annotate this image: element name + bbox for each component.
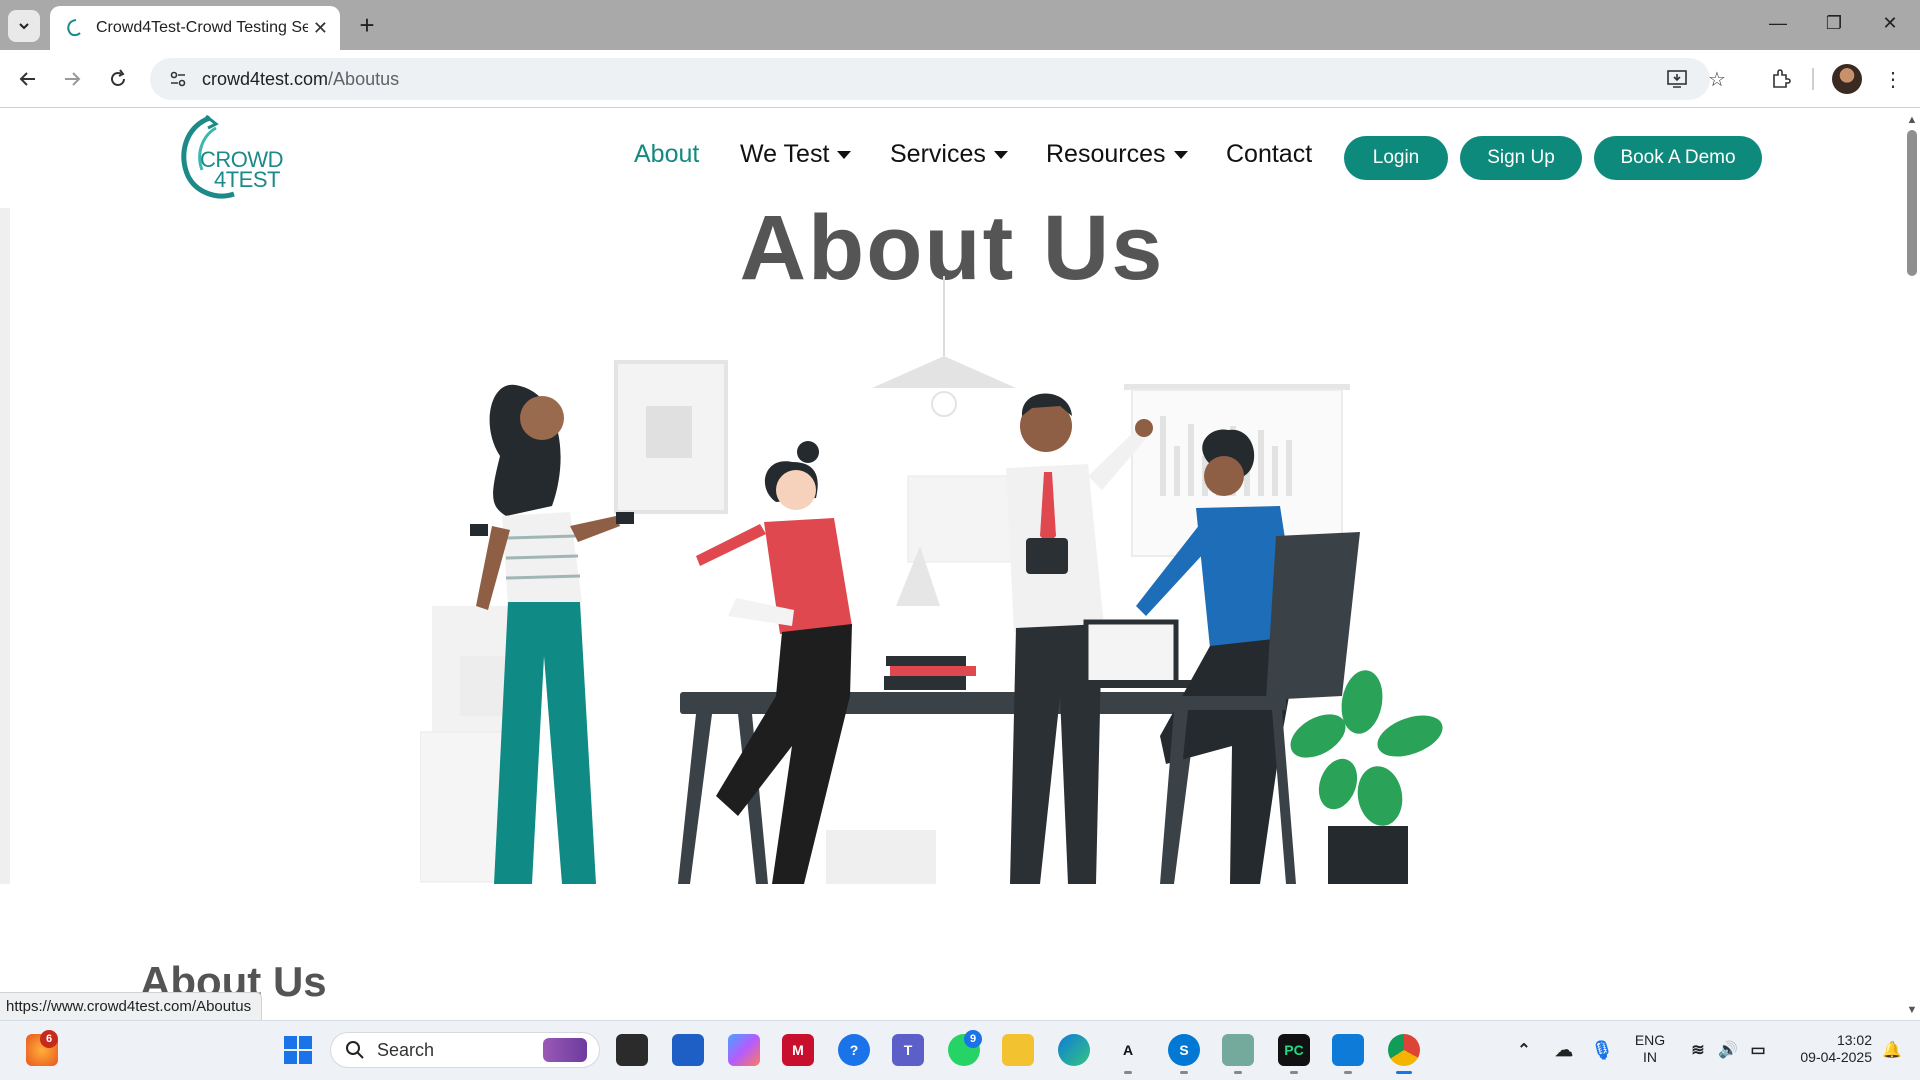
pycharm-icon[interactable]: PC: [1278, 1034, 1310, 1066]
nav-we-test[interactable]: We Test: [740, 140, 852, 169]
font-app-icon[interactable]: A: [1112, 1034, 1144, 1066]
bookmark-star-icon[interactable]: ☆: [1700, 62, 1734, 96]
onedrive-icon[interactable]: ☁: [1548, 1034, 1580, 1066]
caret-down-icon: [1173, 150, 1188, 159]
toolbar-divider: [1812, 68, 1814, 90]
help-icon[interactable]: ?: [838, 1034, 870, 1066]
skype-icon[interactable]: S: [1168, 1034, 1200, 1066]
firefox-badge: 6: [40, 1030, 58, 1048]
mcafee-icon[interactable]: M: [782, 1034, 814, 1066]
site-info-icon[interactable]: [164, 65, 192, 93]
nav-contact-label: Contact: [1226, 140, 1313, 168]
nav-about-label: About: [634, 140, 700, 168]
task-view-icon[interactable]: [616, 1034, 648, 1066]
running-indicator: [1124, 1071, 1132, 1074]
caret-down-icon: [837, 150, 852, 159]
restore-button[interactable]: ❐: [1806, 0, 1862, 46]
tray-chevron-up-icon[interactable]: ⌃: [1508, 1034, 1540, 1066]
back-arrow-icon[interactable]: [12, 63, 44, 95]
nav-services[interactable]: Services: [890, 140, 1008, 169]
nav-resources[interactable]: Resources: [1046, 140, 1188, 169]
language-indicator[interactable]: ENG IN: [1630, 1032, 1670, 1066]
copilot-icon[interactable]: [728, 1034, 760, 1066]
url-path: /Aboutus: [328, 68, 400, 89]
microphone-icon[interactable]: 🎙: [1586, 1034, 1618, 1066]
url-text: crowd4test.com/Aboutus: [202, 69, 399, 90]
scroll-thumb[interactable]: [1907, 130, 1917, 276]
running-indicator: [1290, 1071, 1298, 1074]
signup-button[interactable]: Sign Up: [1460, 136, 1582, 180]
chatgpt-icon[interactable]: [1222, 1034, 1254, 1066]
volume-icon[interactable]: 🔊: [1712, 1034, 1744, 1066]
teams-icon[interactable]: T: [892, 1034, 924, 1066]
active-app-indicator: [1396, 1071, 1412, 1074]
crowd4test-logo[interactable]: CROWD 4TEST: [176, 114, 284, 204]
nav-services-label: Services: [890, 140, 986, 168]
forward-arrow-icon[interactable]: [56, 63, 88, 95]
browser-menu-icon[interactable]: ⋮: [1876, 62, 1910, 96]
clock-date: 09-04-2025: [1800, 1049, 1872, 1065]
logo-text: CROWD 4TEST: [200, 149, 284, 192]
store-icon[interactable]: [672, 1034, 704, 1066]
chrome-icon[interactable]: [1388, 1034, 1420, 1066]
reload-icon[interactable]: [102, 63, 134, 95]
page-left-edge: [0, 208, 10, 884]
nav-we-test-label: We Test: [740, 140, 830, 168]
profile-avatar[interactable]: [1832, 64, 1862, 94]
book-demo-button[interactable]: Book A Demo: [1594, 136, 1762, 180]
running-indicator: [1180, 1071, 1188, 1074]
site-favicon-icon: [67, 19, 81, 37]
tab-close-icon[interactable]: ✕: [313, 18, 328, 39]
search-highlight-icon: [543, 1038, 587, 1062]
url-host: crowd4test.com: [202, 68, 329, 89]
team-illustration: [420, 276, 1443, 884]
running-indicator: [1234, 1071, 1242, 1074]
wifi-icon[interactable]: ≋: [1682, 1034, 1714, 1066]
search-placeholder: Search: [377, 1039, 435, 1060]
login-button[interactable]: Login: [1344, 136, 1448, 180]
taskbar-search-box[interactable]: Search: [330, 1032, 600, 1068]
clock-time: 13:02: [1836, 1032, 1872, 1048]
region-code: IN: [1643, 1049, 1657, 1065]
battery-icon[interactable]: ▭: [1742, 1034, 1774, 1066]
window-close-button[interactable]: ✕: [1862, 0, 1918, 46]
search-icon: [346, 1041, 364, 1059]
browser-tab-active[interactable]: Crowd4Test-Crowd Testing Serv ✕: [50, 6, 340, 50]
clock[interactable]: 13:02 09-04-2025: [1782, 1032, 1872, 1066]
nav-contact[interactable]: Contact: [1226, 140, 1312, 169]
logo-line2: 4TEST: [214, 167, 280, 192]
new-tab-button[interactable]: +: [352, 10, 382, 40]
install-app-icon[interactable]: [1660, 62, 1694, 96]
tab-search-button[interactable]: [8, 10, 40, 42]
language-code: ENG: [1634, 1032, 1666, 1048]
edge-icon[interactable]: [1058, 1034, 1090, 1066]
caret-down-icon: [993, 150, 1008, 159]
link-status-bar: https://www.crowd4test.com/Aboutus: [0, 992, 263, 1020]
windows-start-icon[interactable]: [282, 1034, 314, 1066]
notification-bell-icon[interactable]: 🔔: [1876, 1034, 1908, 1066]
chevron-down-icon: [19, 23, 29, 30]
minimize-button[interactable]: —: [1750, 0, 1806, 46]
tab-title: Crowd4Test-Crowd Testing Serv: [96, 19, 308, 36]
scroll-up-icon[interactable]: ▲: [1904, 112, 1920, 128]
whatsapp-badge: 9: [964, 1030, 982, 1048]
address-bar[interactable]: crowd4test.com/Aboutus: [150, 58, 1710, 100]
extensions-icon[interactable]: [1764, 62, 1798, 96]
nav-about[interactable]: About: [634, 140, 699, 169]
scroll-down-icon[interactable]: ▼: [1904, 1002, 1920, 1018]
vscode-icon[interactable]: [1332, 1034, 1364, 1066]
running-indicator: [1344, 1071, 1352, 1074]
file-explorer-icon[interactable]: [1002, 1034, 1034, 1066]
nav-resources-label: Resources: [1046, 140, 1166, 168]
